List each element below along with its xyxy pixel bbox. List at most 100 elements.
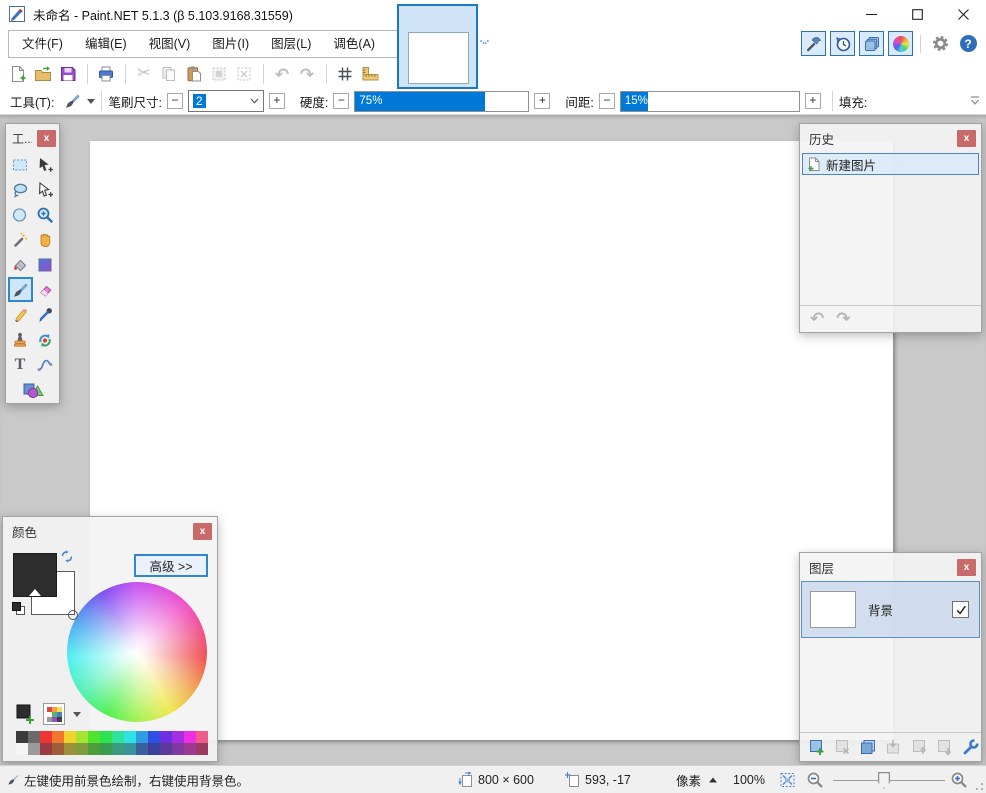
tool-pan[interactable] xyxy=(33,227,58,252)
paste-button[interactable] xyxy=(182,62,206,86)
save-file-button[interactable] xyxy=(56,62,80,86)
tool-text[interactable]: T xyxy=(8,352,33,377)
add-layer-button[interactable] xyxy=(807,737,828,758)
history-undo-button[interactable]: ↶ xyxy=(810,309,824,329)
duplicate-layer-button[interactable] xyxy=(858,737,879,758)
hardness-increment-button[interactable]: + xyxy=(534,93,550,109)
palette-swatch[interactable] xyxy=(124,731,136,743)
unit-selector[interactable]: 像素 xyxy=(676,770,717,789)
advanced-colors-button[interactable]: 高级 >> xyxy=(134,554,208,577)
help-button[interactable]: ? xyxy=(956,32,980,56)
palette-swatch[interactable] xyxy=(16,743,28,755)
tools-window-toggle[interactable] xyxy=(801,31,826,56)
tools-panel-header[interactable]: 工... x xyxy=(6,124,59,152)
history-panel-header[interactable]: 历史 x xyxy=(800,124,981,152)
layer-properties-button[interactable] xyxy=(960,737,981,758)
palette-swatch[interactable] xyxy=(184,731,196,743)
tool-ellipse-select[interactable] xyxy=(8,202,33,227)
swap-colors-icon[interactable] xyxy=(60,550,74,563)
palette-swatch[interactable] xyxy=(88,731,100,743)
history-redo-button[interactable]: ↷ xyxy=(836,309,850,329)
redo-button[interactable]: ↷ xyxy=(295,62,319,86)
foreground-color-swatch[interactable] xyxy=(13,553,57,597)
palette-swatch[interactable] xyxy=(28,731,40,743)
menu-layers[interactable]: 图层(L) xyxy=(260,31,322,57)
spacing-decrement-button[interactable]: − xyxy=(599,93,615,109)
spacing-slider[interactable]: 15% xyxy=(620,91,800,112)
colors-window-toggle[interactable] xyxy=(888,31,913,56)
spacing-increment-button[interactable]: + xyxy=(805,93,821,109)
tool-lasso-select[interactable] xyxy=(8,177,33,202)
toggle-grid-button[interactable] xyxy=(333,62,357,86)
layer-row-background[interactable]: 背景 xyxy=(801,581,980,638)
palette-swatch[interactable] xyxy=(64,731,76,743)
palette-menu-caret-icon[interactable] xyxy=(73,712,81,717)
history-window-toggle[interactable] xyxy=(830,31,855,56)
palette-swatch[interactable] xyxy=(88,743,100,755)
tool-line-curve[interactable] xyxy=(33,352,58,377)
color-wheel-selector[interactable] xyxy=(68,610,78,620)
palette-swatch[interactable] xyxy=(16,731,28,743)
colors-panel-header[interactable]: 颜色 x xyxy=(3,517,217,545)
hardness-decrement-button[interactable]: − xyxy=(333,93,349,109)
palette-swatch[interactable] xyxy=(112,743,124,755)
palette-swatch[interactable] xyxy=(76,743,88,755)
crop-to-selection-button[interactable] xyxy=(207,62,231,86)
menu-adjustments[interactable]: 调色(A) xyxy=(322,31,386,57)
layer-visibility-checkbox[interactable] xyxy=(952,601,969,618)
hardness-slider[interactable]: 75% xyxy=(354,91,529,112)
palette-swatch[interactable] xyxy=(40,743,52,755)
delete-layer-button[interactable] xyxy=(833,737,854,758)
layers-panel-header[interactable]: 图层 x xyxy=(800,553,981,581)
tool-move-selection[interactable] xyxy=(33,177,58,202)
palette-swatch[interactable] xyxy=(100,731,112,743)
tool-paint-bucket[interactable] xyxy=(8,252,33,277)
palette-swatch[interactable] xyxy=(160,743,172,755)
maximize-button[interactable] xyxy=(894,0,940,28)
cut-button[interactable]: ✂ xyxy=(132,62,156,86)
undo-button[interactable]: ↶ xyxy=(270,62,294,86)
palette-swatch[interactable] xyxy=(40,731,52,743)
tool-rectangle-select[interactable] xyxy=(8,152,33,177)
brush-size-decrement-button[interactable]: − xyxy=(167,93,183,109)
merge-layer-down-button[interactable] xyxy=(884,737,905,758)
menu-image[interactable]: 图片(I) xyxy=(201,31,260,57)
palette-swatch[interactable] xyxy=(64,743,76,755)
history-item-new-image[interactable]: 新建图片 xyxy=(802,153,979,175)
palette-swatch[interactable] xyxy=(28,743,40,755)
palette-swatch[interactable] xyxy=(184,743,196,755)
resize-grip[interactable] xyxy=(973,780,983,790)
brush-size-increment-button[interactable]: + xyxy=(269,93,285,109)
copy-button[interactable] xyxy=(157,62,181,86)
move-layer-up-button[interactable] xyxy=(909,737,930,758)
zoom-out-button[interactable] xyxy=(806,771,824,789)
toolbar-overflow-icon[interactable] xyxy=(969,96,981,106)
palette-swatch[interactable] xyxy=(148,743,160,755)
toggle-rulers-button[interactable] xyxy=(358,62,382,86)
add-to-palette-button[interactable] xyxy=(15,703,37,725)
tool-dropdown-caret-icon[interactable] xyxy=(87,99,95,104)
tool-color-picker[interactable] xyxy=(33,302,58,327)
palette-menu-button[interactable] xyxy=(43,703,65,725)
zoom-to-window-button[interactable] xyxy=(779,771,796,788)
menu-overflow-chevron-icon[interactable] xyxy=(479,39,490,46)
current-tool-button[interactable] xyxy=(60,89,84,113)
palette-swatch[interactable] xyxy=(136,743,148,755)
deselect-button[interactable] xyxy=(232,62,256,86)
palette-swatch[interactable] xyxy=(196,731,208,743)
open-file-button[interactable] xyxy=(31,62,55,86)
layers-window-toggle[interactable] xyxy=(859,31,884,56)
zoom-slider-thumb[interactable] xyxy=(878,772,890,789)
palette-swatch[interactable] xyxy=(196,743,208,755)
palette-swatch[interactable] xyxy=(100,743,112,755)
settings-button[interactable] xyxy=(928,32,952,56)
move-layer-down-button[interactable] xyxy=(935,737,956,758)
tool-move-selected-pixels[interactable] xyxy=(33,152,58,177)
tool-paintbrush[interactable] xyxy=(8,277,33,302)
tool-gradient[interactable] xyxy=(33,252,58,277)
palette-swatch[interactable] xyxy=(124,743,136,755)
palette-swatch[interactable] xyxy=(52,731,64,743)
color-wheel[interactable] xyxy=(67,582,207,722)
menu-file[interactable]: 文件(F) xyxy=(11,31,74,57)
menu-view[interactable]: 视图(V) xyxy=(138,31,202,57)
